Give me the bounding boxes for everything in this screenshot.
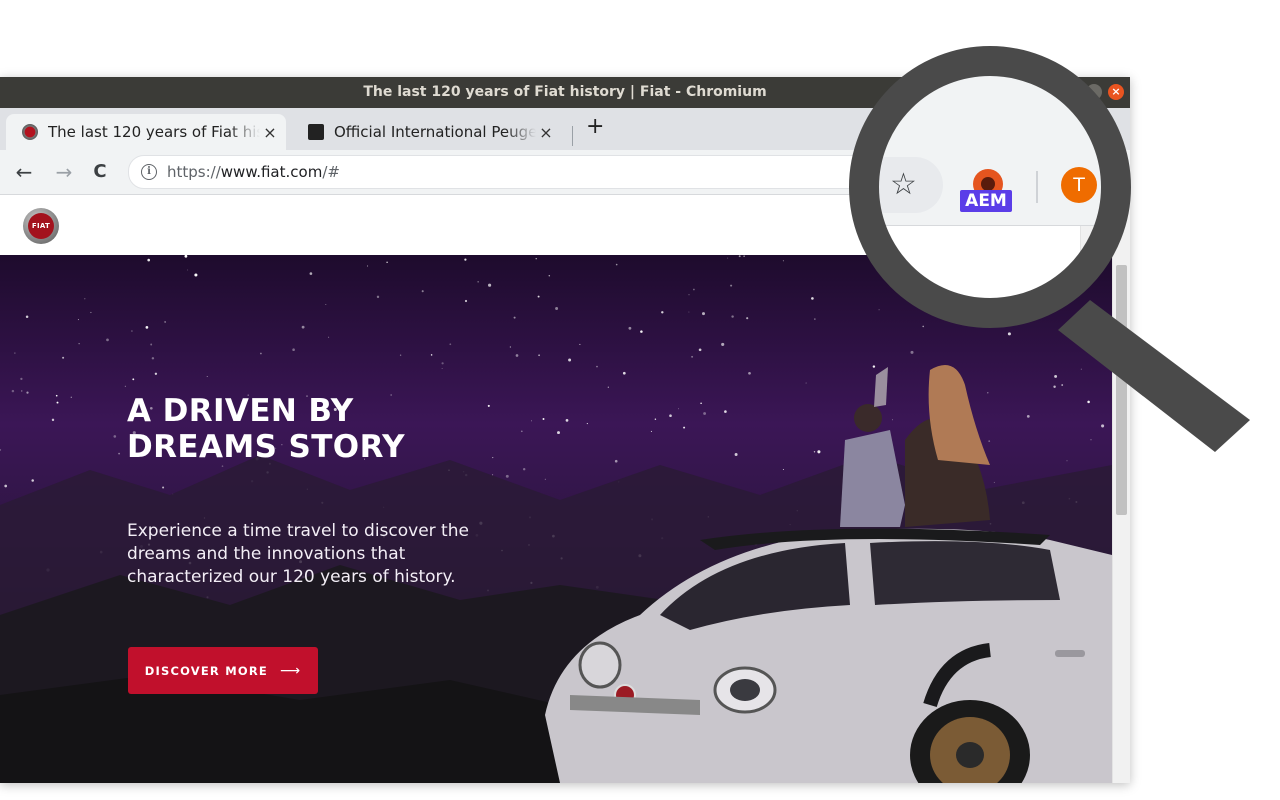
magnified-scrollbar [1080, 226, 1099, 309]
hero-title-line1: A DRIVEN BY [127, 393, 354, 429]
magnified-content: ☆ AEM T [868, 65, 1112, 309]
scrollbar-thumb[interactable] [1116, 265, 1127, 515]
url-path: /# [322, 163, 340, 181]
tab-separator [572, 126, 573, 146]
url-host: www.fiat.com [220, 163, 323, 181]
hero-section: A DRIVEN BY DREAMS STORY Experience a ti… [0, 255, 1112, 783]
magnified-toolbar: ☆ AEM T [868, 65, 1112, 226]
couple-silhouette [840, 365, 990, 527]
discover-more-label: DISCOVER MORE [144, 663, 268, 678]
new-tab-button[interactable]: + [586, 111, 604, 143]
magnified-toolbar-view: ☆ AEM T [868, 65, 1112, 309]
back-button[interactable]: ← [12, 158, 36, 186]
magnified-page-area [868, 226, 1112, 309]
reload-button[interactable]: C [88, 158, 112, 186]
hero-title-line2: DREAMS STORY [127, 429, 405, 465]
close-tab-icon[interactable]: × [536, 123, 556, 142]
bookmark-star-icon[interactable]: ☆ [890, 165, 917, 205]
fiat-logo-text: FIAT [28, 213, 54, 239]
aem-extension-icon[interactable]: AEM [960, 165, 1016, 213]
site-info-icon[interactable]: i [141, 164, 157, 180]
fiat-logo[interactable]: FIAT [23, 208, 59, 244]
close-tab-icon[interactable]: × [260, 123, 280, 142]
url-text[interactable]: https://www.fiat.com/# [167, 156, 340, 188]
page-scrollbar[interactable] [1112, 195, 1130, 783]
tab-peugeot[interactable]: Official International Peugeot × [292, 114, 562, 150]
address-bar[interactable]: i https://www.fiat.com/# [128, 155, 960, 189]
arrow-right-icon: ⟶ [279, 662, 302, 679]
forward-button[interactable]: → [52, 158, 76, 186]
discover-more-button[interactable]: DISCOVER MORE ⟶ [128, 647, 318, 694]
tab-label: The last 120 years of Fiat history | Fia… [48, 123, 260, 141]
url-scheme: https:// [167, 163, 221, 181]
toolbar-separator [1036, 171, 1038, 203]
tab-label: Official International Peugeot [334, 123, 536, 141]
tab-fiat[interactable]: The last 120 years of Fiat history | Fia… [6, 114, 286, 150]
hero-description: Experience a time travel to discover the… [127, 521, 469, 587]
profile-avatar[interactable]: T [1061, 167, 1097, 203]
hero-title: A DRIVEN BY DREAMS STORY [127, 393, 547, 465]
aem-badge-label: AEM [960, 190, 1012, 212]
fiat-favicon-icon [22, 124, 38, 140]
peugeot-favicon-icon [308, 124, 324, 140]
hero-scene-illustration [0, 365, 1112, 783]
window-title: The last 120 years of Fiat history | Fia… [363, 84, 767, 100]
